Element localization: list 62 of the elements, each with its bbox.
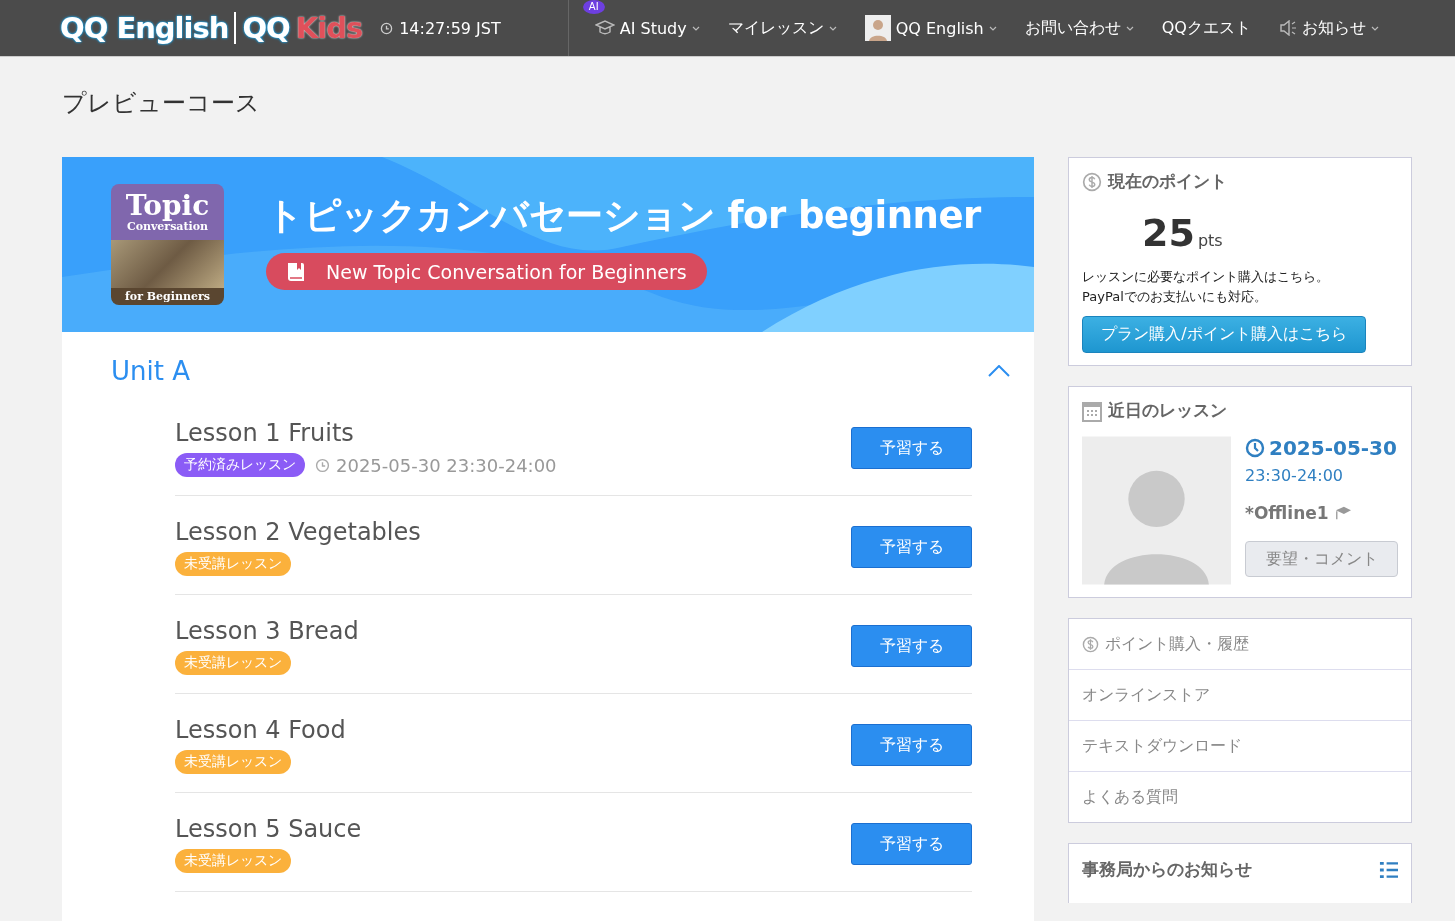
status-badge: 未受講レッスン (175, 552, 291, 576)
chevron-icon[interactable] (988, 364, 1010, 377)
coin-icon (1082, 635, 1099, 653)
sidebar-link[interactable]: ポイント購入・履歴 (1069, 619, 1411, 670)
lesson-title: Lesson 2 Vegetables (175, 518, 421, 546)
preview-button[interactable]: 予習する (851, 625, 972, 667)
graduation-cap-icon (594, 19, 615, 37)
coin-icon (1082, 171, 1102, 192)
points-value: 25 (1142, 211, 1195, 255)
lesson-time: 2025-05-30 23:30-24:00 (336, 454, 557, 476)
thumbnail-title: Topic (124, 191, 211, 220)
card-title: 事務局からのお知らせ (1082, 858, 1252, 881)
lesson-title: Lesson 4 Food (175, 716, 346, 744)
comment-button[interactable]: 要望・コメント (1245, 541, 1398, 577)
course-title: トピックカンバセーション for beginner (266, 193, 981, 239)
logo-text[interactable]: Kids (295, 11, 363, 45)
clock-icon (380, 21, 394, 35)
list-icon[interactable] (1379, 860, 1398, 879)
lesson-date: 2025-05-30 (1269, 436, 1397, 460)
points-note: PayPalでのお支払いにも対応。 (1082, 288, 1268, 306)
status-badge: 未受講レッスン (175, 750, 291, 774)
preview-button[interactable]: 予習する (851, 427, 972, 469)
logo-text[interactable]: QQ (242, 11, 290, 45)
lesson-title: Lesson 1 Fruits (175, 419, 355, 447)
nav-menu-item[interactable]: お問い合わせ (1010, 0, 1148, 56)
avatar-icon (864, 15, 891, 41)
nav-menu-item[interactable]: QQクエスト (1147, 0, 1265, 56)
nav-menu-item[interactable]: お知らせ (1264, 0, 1393, 56)
unit-title: Unit A (111, 355, 190, 386)
nav-menu-item[interactable]: マイレッスン (713, 0, 851, 56)
graduation-cap-icon (1333, 505, 1352, 521)
preview-button[interactable]: 予習する (851, 526, 972, 568)
clock-icon (315, 457, 330, 473)
course-subtitle: New Topic Conversation for Beginners (326, 260, 687, 283)
status-badge: 未受講レッスン (175, 849, 291, 873)
clock-text: 14:27:59 JST (399, 18, 501, 38)
thumbnail-footer: for Beginners (111, 288, 224, 305)
teacher-name: *Offline1 (1245, 503, 1329, 523)
lesson-title: Lesson 3 Bread (175, 617, 359, 645)
sidebar-link[interactable]: テキストダウンロード (1069, 721, 1411, 772)
clock-icon (1245, 438, 1265, 458)
nav-menu-item[interactable]: AI AI Study (580, 0, 714, 56)
lesson-time: 23:30-24:00 (1245, 466, 1344, 485)
sidebar-link[interactable]: オンラインストア (1069, 670, 1411, 721)
purchase-button[interactable]: プラン購入/ポイント購入はこちら (1082, 316, 1366, 353)
lesson-title: Lesson 5 Sauce (175, 815, 362, 843)
preview-button[interactable]: 予習する (851, 823, 972, 865)
page-title: プレビューコース (62, 88, 261, 119)
book-icon (286, 260, 306, 283)
sidebar-link[interactable]: よくある質問 (1069, 772, 1411, 822)
speaker-icon (1278, 20, 1297, 36)
status-badge: 予約済みレッスン (175, 453, 305, 477)
points-note: レッスンに必要なポイント購入はこちら。 (1082, 268, 1330, 286)
points-unit: pts (1197, 231, 1223, 250)
ai-badge: AI (582, 0, 605, 14)
preview-button[interactable]: 予習する (851, 724, 972, 766)
nav-menu-item[interactable]: QQ English (850, 0, 1011, 56)
logo-text[interactable]: QQ English (60, 11, 229, 45)
status-badge: 未受講レッスン (175, 651, 291, 675)
card-title: 現在のポイント (1108, 170, 1227, 193)
calendar-icon (1082, 399, 1102, 422)
card-title: 近日のレッスン (1108, 399, 1227, 422)
